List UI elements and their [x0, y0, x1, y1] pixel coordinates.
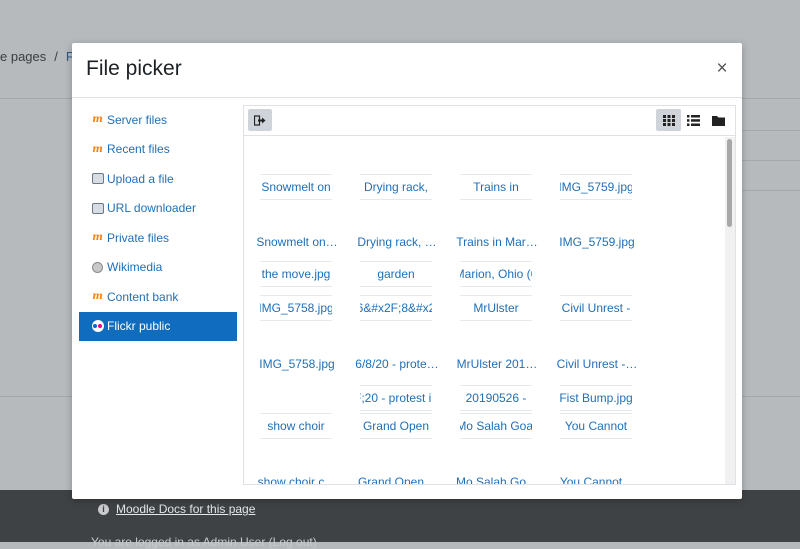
file-pane: Snowmelt on Snowmelt on… Drying rack, Dr… [243, 105, 736, 485]
file-thumbnail: Snowmelt on [260, 174, 332, 200]
divider [740, 160, 800, 161]
file-thumbnail: garden [360, 261, 432, 287]
file-thumbnail: Fist Bump.jpg [560, 385, 632, 411]
file-thumbnail: IMG_5758.jpg [260, 295, 332, 321]
list-icon [687, 114, 700, 126]
breadcrumb-item[interactable]: e pages [0, 49, 46, 64]
file-thumbnail: MrUlster [460, 295, 532, 321]
moodle-icon: m [92, 291, 103, 303]
docs-link-row: i Moodle Docs for this page [98, 502, 255, 516]
repo-flickr-public[interactable]: Flickr public [79, 311, 237, 341]
file-picker-dialog: File picker × m Server files m Recent fi… [72, 43, 742, 499]
repo-wikimedia[interactable]: Wikimedia [79, 253, 237, 283]
flickr-icon [91, 320, 104, 333]
file-name: Snowmelt on… [256, 235, 338, 249]
file-thumbnail: Mo Salah Goal [460, 413, 532, 439]
dialog-title: File picker [86, 57, 182, 80]
file-toolbar [244, 106, 735, 136]
file-thumbnail: Drying rack, [360, 174, 432, 200]
file-name: show choir c… [257, 475, 337, 484]
file-grid: Snowmelt on Snowmelt on… Drying rack, Dr… [244, 137, 726, 484]
info-icon: i [98, 503, 109, 515]
file-thumbnail: show choir [260, 413, 332, 439]
file-name: You Cannot… [559, 475, 635, 484]
divider [740, 130, 800, 131]
repo-upload-file[interactable]: Upload a file [79, 164, 237, 194]
repo-recent-files[interactable]: m Recent files [79, 135, 237, 165]
grid-icon [662, 114, 675, 126]
file-name: MrUlster 201… [456, 357, 538, 371]
file-grid-scrollbar[interactable] [725, 137, 735, 484]
logout-button[interactable] [248, 109, 272, 131]
logged-in-text: You are logged in as Admin User (Log out… [91, 535, 317, 549]
file-thumbnail: IMG_5759.jpg [560, 174, 632, 200]
moodle-icon: m [92, 114, 103, 126]
file-thumbnail: the move.jpg [260, 261, 332, 287]
repo-label: Server files [107, 112, 168, 127]
file-name: 6/8/20 - prote… [355, 357, 439, 371]
moodle-icon: m [92, 232, 103, 244]
repo-label: Upload a file [107, 171, 174, 186]
file-thumbnail: Marion, Ohio (6 [460, 261, 532, 287]
file-thumbnail: 6&#x2F;8&#x2 [360, 295, 432, 321]
file-thumbnail: Civil Unrest - [560, 295, 632, 321]
file-thumbnail: F;20 - protest in [360, 385, 432, 411]
list-view-button[interactable] [681, 109, 706, 131]
repo-server-files[interactable]: m Server files [79, 105, 237, 135]
file-name: Trains in Mar… [456, 235, 538, 249]
folder-icon [712, 115, 725, 126]
moodle-icon: m [92, 143, 103, 155]
moodle-docs-link[interactable]: Moodle Docs for this page [116, 502, 255, 516]
file-thumbnail: 20190526 - [460, 385, 532, 411]
divider [740, 190, 800, 191]
wikimedia-icon [91, 261, 104, 274]
icon-view-button[interactable] [656, 109, 681, 131]
logout-icon [254, 114, 266, 126]
repo-label: URL downloader [107, 201, 196, 216]
file-thumbnail: Trains in [460, 174, 532, 200]
repo-content-bank[interactable]: m Content bank [79, 282, 237, 312]
file-name: Drying rack, … [357, 235, 437, 249]
repo-label: Recent files [107, 142, 170, 157]
upload-icon [91, 172, 104, 185]
scrollbar-thumb[interactable] [727, 139, 732, 227]
repo-label: Content bank [107, 289, 179, 304]
repository-list: m Server files m Recent files Upload a f… [79, 105, 237, 341]
file-name: IMG_5759.jpg [559, 235, 635, 249]
repo-url-downloader[interactable]: URL downloader [79, 194, 237, 224]
file-thumbnail: You Cannot [560, 413, 632, 439]
dialog-header: File picker × [72, 43, 742, 98]
file-name: IMG_5758.jpg [259, 357, 335, 371]
repo-label: Flickr public [107, 319, 171, 334]
repo-label: Private files [107, 230, 170, 245]
close-button[interactable]: × [714, 58, 730, 80]
file-thumbnail [260, 385, 332, 411]
repo-private-files[interactable]: m Private files [79, 223, 237, 253]
repo-label: Wikimedia [107, 260, 163, 275]
url-downloader-icon [91, 202, 104, 215]
file-name: Grand Open… [357, 475, 437, 484]
file-name: Civil Unrest -… [556, 357, 638, 371]
tree-view-button[interactable] [706, 109, 731, 131]
file-thumbnail: Grand Open [360, 413, 432, 439]
file-name: Mo Salah Go… [455, 475, 539, 484]
